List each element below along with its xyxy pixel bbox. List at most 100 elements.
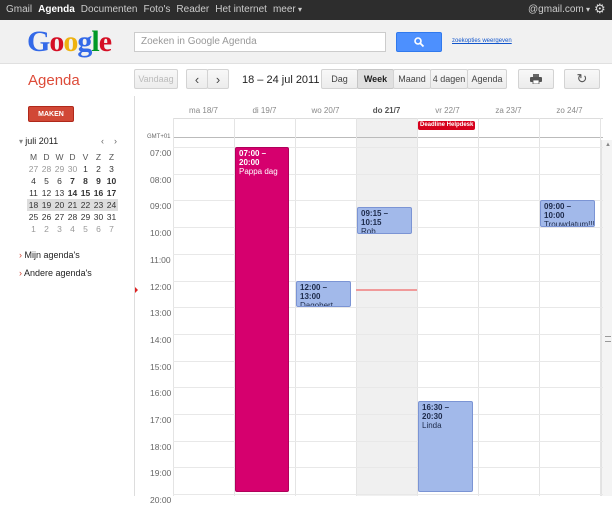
event-time: 09:15 – 10:15 — [361, 209, 389, 228]
mini-day[interactable]: 17 — [105, 187, 118, 199]
mini-day[interactable]: 4 — [27, 175, 40, 187]
day-header[interactable]: do 21/7 — [356, 106, 417, 115]
mini-day[interactable]: 3 — [53, 223, 66, 235]
mini-day[interactable]: 29 — [53, 163, 66, 175]
event-title: Rob — [361, 227, 376, 234]
mini-day[interactable]: 9 — [92, 175, 105, 187]
gear-icon[interactable]: ⚙ — [594, 2, 608, 16]
nav-gmail[interactable]: Gmail — [6, 4, 32, 15]
hour-label: 20:00 — [150, 495, 172, 505]
mini-day[interactable]: 12 — [40, 187, 53, 199]
day-header[interactable]: wo 20/7 — [295, 106, 356, 115]
search-button[interactable] — [396, 32, 442, 52]
mini-day[interactable]: 30 — [66, 163, 79, 175]
day-header[interactable]: di 19/7 — [234, 106, 295, 115]
mini-day[interactable]: 24 — [105, 199, 118, 211]
mini-day[interactable]: 29 — [79, 211, 92, 223]
mini-day[interactable]: 30 — [92, 211, 105, 223]
nav-fotos[interactable]: Foto's — [144, 4, 171, 15]
mini-day[interactable]: 31 — [105, 211, 118, 223]
page-title: Agenda — [28, 72, 80, 89]
all-day-event[interactable]: Deadline Helpdesk — [418, 121, 476, 130]
search-options-link[interactable]: zoekopties weergeven — [452, 38, 512, 44]
day-header[interactable]: zo 24/7 — [539, 106, 600, 115]
mini-weekday-label: V — [82, 152, 89, 162]
account-menu[interactable]: @gmail.com — [528, 4, 590, 15]
event-title: Pappa dag — [239, 167, 278, 176]
mini-calendar-month[interactable]: juli 2011 — [19, 136, 58, 146]
mini-day[interactable]: 4 — [66, 223, 79, 235]
mini-next-icon[interactable]: › — [114, 136, 117, 146]
mini-day[interactable]: 7 — [66, 175, 79, 187]
calendar-event[interactable]: 09:15 – 10:15 Rob — [357, 207, 412, 234]
logo-letter: o — [63, 25, 78, 58]
mini-day[interactable]: 11 — [27, 187, 40, 199]
mini-day[interactable]: 21 — [66, 199, 79, 211]
nav-meer[interactable]: meer — [273, 4, 302, 15]
mini-prev-icon[interactable]: ‹ — [101, 136, 104, 146]
mini-day[interactable]: 13 — [53, 187, 66, 199]
print-button[interactable] — [518, 69, 554, 89]
calendar-event[interactable]: 12:00 – 13:00 Dagobert — [296, 280, 351, 308]
calendar-event[interactable]: 07:00 – 20:00 Pappa dag — [235, 147, 289, 492]
logo-letter: o — [49, 25, 64, 58]
view-day-button[interactable]: Dag — [321, 69, 358, 89]
mini-day[interactable]: 22 — [79, 199, 92, 211]
mini-day[interactable]: 20 — [53, 199, 66, 211]
day-header[interactable]: vr 22/7 — [417, 106, 478, 115]
calendar-event[interactable]: 16:30 – 20:30 Linda — [418, 400, 473, 492]
hour-label: 17:00 — [150, 415, 172, 425]
mini-day[interactable]: 5 — [40, 175, 53, 187]
today-button[interactable]: Vandaag — [134, 69, 178, 89]
mini-day[interactable]: 15 — [79, 187, 92, 199]
mini-day[interactable]: 1 — [79, 163, 92, 175]
view-month-button[interactable]: Maand — [393, 69, 431, 89]
mini-day[interactable]: 6 — [53, 175, 66, 187]
day-header[interactable]: ma 18/7 — [173, 106, 234, 115]
mini-day[interactable]: 26 — [40, 211, 53, 223]
mini-day[interactable]: 18 — [27, 199, 40, 211]
event-title: Dagobert — [300, 300, 333, 308]
mini-day[interactable]: 10 — [105, 175, 118, 187]
refresh-icon: ↻ — [576, 71, 588, 86]
mini-day[interactable]: 1 — [27, 223, 40, 235]
scroll-grip[interactable] — [605, 336, 611, 342]
mini-day[interactable]: 25 — [27, 211, 40, 223]
mini-day[interactable]: 28 — [66, 211, 79, 223]
hour-label: 14:00 — [150, 334, 172, 345]
view-agenda-button[interactable]: Agenda — [467, 69, 507, 89]
mini-day[interactable]: 2 — [40, 223, 53, 235]
hour-label: 12:00 — [150, 281, 172, 292]
my-calendars-toggle[interactable]: Mijn agenda's — [19, 250, 80, 260]
mini-day[interactable]: 19 — [40, 199, 53, 211]
refresh-button[interactable]: ↻ — [564, 69, 600, 89]
mini-day[interactable]: 16 — [92, 187, 105, 199]
mini-day[interactable]: 27 — [27, 163, 40, 175]
nav-documenten[interactable]: Documenten — [81, 4, 138, 15]
mini-day[interactable]: 3 — [105, 163, 118, 175]
nav-reader[interactable]: Reader — [176, 4, 209, 15]
create-button[interactable]: MAKEN — [28, 106, 74, 122]
view-4days-button[interactable]: 4 dagen — [430, 69, 468, 89]
mini-day[interactable]: 5 — [79, 223, 92, 235]
mini-day[interactable]: 14 — [66, 187, 79, 199]
search-input[interactable]: Zoeken in Google Agenda — [134, 32, 386, 52]
nav-agenda[interactable]: Agenda — [38, 4, 75, 15]
google-logo[interactable]: Google — [27, 25, 112, 58]
other-calendars-toggle[interactable]: Andere agenda's — [19, 268, 92, 278]
nav-het-internet[interactable]: Het internet — [215, 4, 267, 15]
mini-day[interactable]: 7 — [105, 223, 118, 235]
next-week-button[interactable]: › — [207, 69, 229, 89]
view-week-button[interactable]: Week — [357, 69, 394, 89]
mini-day[interactable]: 28 — [40, 163, 53, 175]
vertical-scrollbar[interactable]: ▲ — [601, 140, 612, 496]
mini-day[interactable]: 2 — [92, 163, 105, 175]
prev-week-button[interactable]: ‹ — [186, 69, 208, 89]
mini-day[interactable]: 23 — [92, 199, 105, 211]
mini-day[interactable]: 6 — [92, 223, 105, 235]
scroll-up-icon[interactable]: ▲ — [605, 142, 611, 148]
mini-day[interactable]: 27 — [53, 211, 66, 223]
calendar-event[interactable]: 09:00 – 10:00 Trouwdatum!!! — [540, 200, 595, 228]
day-header[interactable]: za 23/7 — [478, 106, 539, 115]
mini-day[interactable]: 8 — [79, 175, 92, 187]
